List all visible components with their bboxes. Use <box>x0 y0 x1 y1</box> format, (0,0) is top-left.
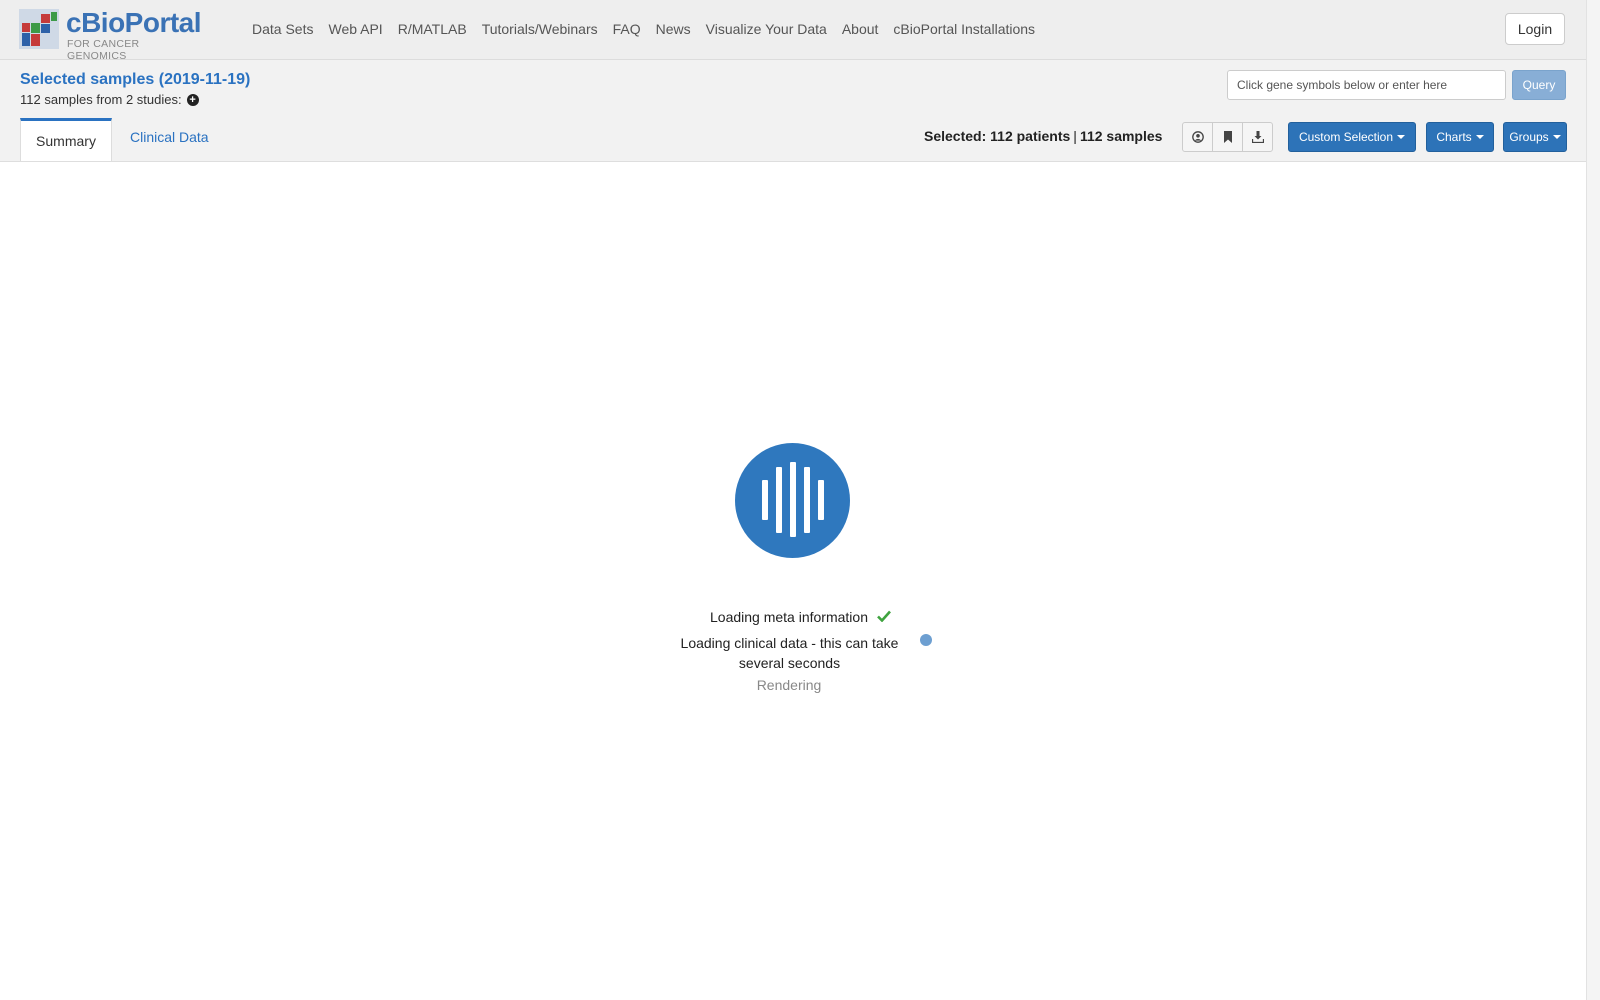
loader-bar <box>818 480 824 520</box>
chevron-down-icon <box>1475 135 1484 139</box>
nav-link-visualize[interactable]: Visualize Your Data <box>706 21 827 37</box>
groups-button[interactable]: Groups <box>1503 122 1567 152</box>
tab-summary[interactable]: Summary <box>20 118 112 161</box>
download-icon <box>1251 131 1264 143</box>
view-patients-button[interactable] <box>1182 122 1213 152</box>
download-button[interactable] <box>1242 122 1273 152</box>
custom-selection-button[interactable]: Custom Selection <box>1288 122 1416 152</box>
loading-spinner-icon <box>735 443 850 558</box>
loader-bar <box>804 467 810 533</box>
check-icon <box>877 610 891 622</box>
custom-selection-label: Custom Selection <box>1298 130 1394 144</box>
loader-bar <box>776 467 782 533</box>
logo-title: cBioPortal <box>66 7 202 38</box>
login-button[interactable]: Login <box>1505 13 1565 45</box>
query-button[interactable]: Query <box>1512 70 1566 100</box>
charts-label: Charts <box>1436 130 1472 144</box>
charts-button[interactable]: Charts <box>1426 122 1494 152</box>
selected-samples: 112 samples <box>1079 128 1163 144</box>
user-circle-icon <box>1191 131 1204 143</box>
page-title[interactable]: Selected samples (2019-11-19) <box>20 71 250 89</box>
selection-count: Selected: 112 patients | 112 samples <box>924 128 1162 144</box>
nav-link-tutorials[interactable]: Tutorials/Webinars <box>482 21 598 37</box>
groups-label: Groups <box>1509 130 1549 144</box>
samples-summary: 112 samples from 2 studies: + <box>20 92 199 107</box>
gene-query-input[interactable] <box>1227 70 1506 100</box>
logo-tagline: FOR CANCER GENOMICS <box>67 38 140 62</box>
loader-bar <box>790 462 796 537</box>
loading-step-clinical: Loading clinical data - this can take se… <box>680 635 899 671</box>
vertical-scrollbar[interactable] <box>1586 0 1600 1000</box>
in-progress-dot-icon <box>920 634 932 646</box>
chevron-down-icon <box>1552 135 1561 139</box>
tab-clinical-data[interactable]: Clinical Data <box>130 129 209 145</box>
cbioportal-logo[interactable]: cBioPortal FOR CANCER GENOMICS <box>19 7 202 62</box>
loading-step-meta: Loading meta information <box>710 609 868 625</box>
chevron-down-icon <box>1397 135 1406 139</box>
selected-patients: 112 patients <box>990 128 1071 144</box>
loader-bar <box>762 480 768 520</box>
samples-summary-text: 112 samples from 2 studies: <box>20 92 182 107</box>
nav-link-installations[interactable]: cBioPortal Installations <box>893 21 1035 37</box>
top-navbar: cBioPortal FOR CANCER GENOMICS Data Sets… <box>0 0 1586 62</box>
bookmark-icon <box>1223 131 1232 143</box>
plus-circle-icon[interactable]: + <box>186 93 199 106</box>
nav-link-news[interactable]: News <box>656 21 691 37</box>
logo-mark-icon <box>19 9 59 49</box>
nav-link-r-matlab[interactable]: R/MATLAB <box>398 21 467 37</box>
study-header: Selected samples (2019-11-19) 112 sample… <box>0 60 1586 162</box>
selection-prefix: Selected: <box>924 128 987 144</box>
nav-link-faq[interactable]: FAQ <box>613 21 641 37</box>
nav-link-data-sets[interactable]: Data Sets <box>252 21 313 37</box>
selection-icon-group <box>1182 122 1273 152</box>
nav-link-web-api[interactable]: Web API <box>328 21 382 37</box>
loading-step-rendering: Rendering <box>756 677 822 693</box>
bookmark-button[interactable] <box>1212 122 1243 152</box>
main-nav: Data Sets Web API R/MATLAB Tutorials/Web… <box>252 21 1050 37</box>
selection-separator: | <box>1073 128 1077 144</box>
nav-link-about[interactable]: About <box>842 21 879 37</box>
